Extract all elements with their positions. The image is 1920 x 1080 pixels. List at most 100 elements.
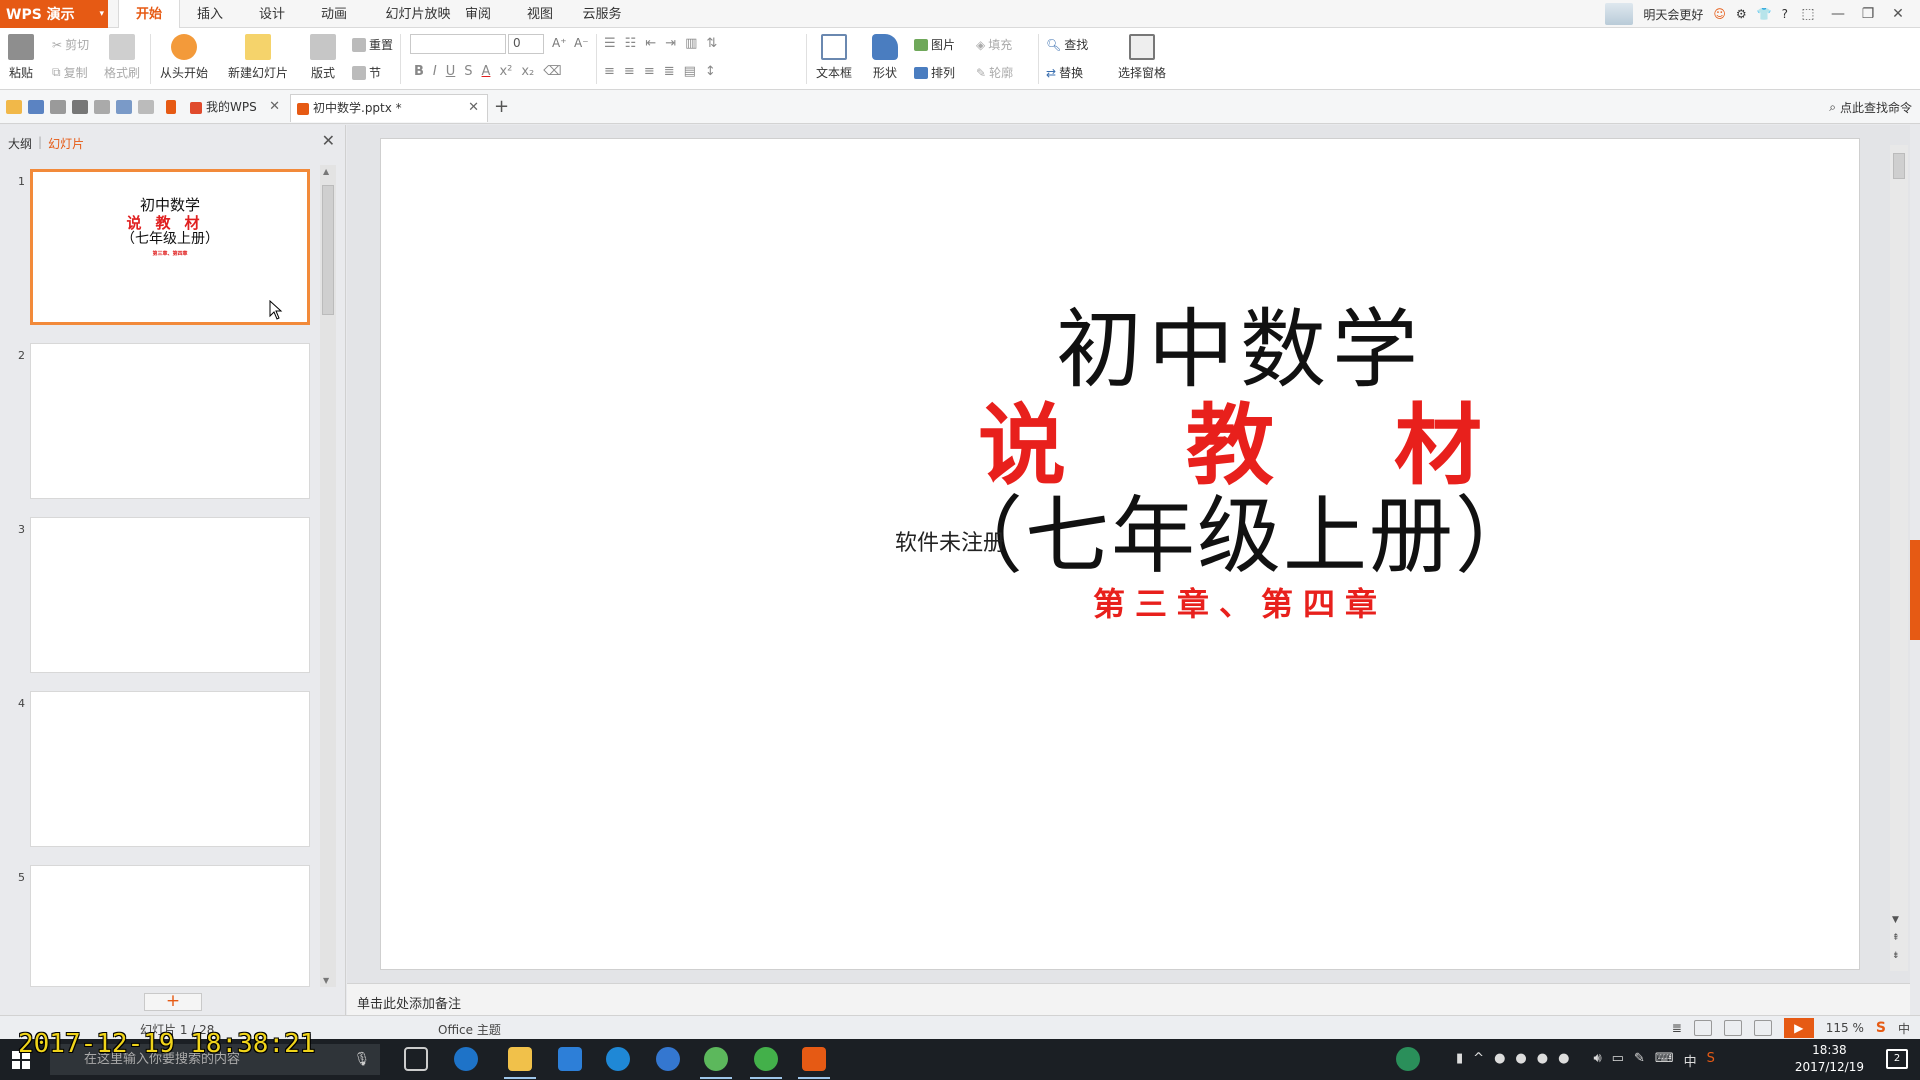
ime-indicator[interactable]: 中 [1684,1051,1697,1070]
microphone-icon[interactable]: 🎙︎ [353,1044,370,1075]
monitor-icon[interactable] [1396,1047,1420,1071]
textbox-button[interactable]: 文本框 [816,34,852,81]
italic-button[interactable]: I [433,64,437,79]
section-button[interactable]: 节 [352,64,381,81]
cut-button[interactable]: ✂ 剪切 [52,36,89,53]
tab-insert[interactable]: 插入 [190,0,230,28]
numbered-list-icon[interactable]: ☷ [625,36,637,51]
replace-button[interactable]: ⇄ 替换 [1046,64,1083,81]
notes-toggle-icon[interactable]: ≣ [1672,1021,1682,1035]
arrange-button[interactable]: 排列 [914,64,955,81]
edge-browser-icon[interactable] [454,1047,478,1071]
underline-button[interactable]: U [446,64,456,79]
battery-icon[interactable]: ▮ [1456,1051,1463,1070]
sogou-browser-icon[interactable] [656,1047,680,1071]
minimize-button[interactable]: — [1828,6,1848,22]
tray-app-icon[interactable]: ● [1537,1051,1548,1070]
shirt-icon[interactable]: 👕 [1757,7,1772,21]
user-greeting[interactable]: 明天会更好 [1643,6,1703,23]
close-icon[interactable]: ✕ [468,95,479,121]
format-painter-button[interactable]: 格式刷 [104,34,140,81]
copy-button[interactable]: ⧉ 复制 [52,64,88,81]
layout-button[interactable]: 版式 [310,34,336,81]
iqiyi-icon[interactable] [700,1047,732,1079]
slide-thumbnail-4[interactable] [30,691,310,847]
shape-button[interactable]: 形状 [872,34,898,81]
shrink-font-button[interactable]: A⁻ [574,36,589,50]
scroll-down-icon[interactable]: ▼ [1892,915,1899,925]
notes-pane[interactable]: 单击此处添加备注 [347,983,1910,1015]
volume-icon[interactable]: 🔊︎ [1593,1051,1601,1070]
doc-tab-mywps[interactable]: 我的WPS ✕ [184,94,288,122]
tab-outline[interactable]: 大纲 [8,135,32,152]
tab-slides[interactable]: 幻灯片 [48,135,84,152]
print-icon[interactable] [72,100,88,114]
slide-thumbnail-1[interactable]: 初中数学 说教材 （七年级上册） 第三章、第四章 [30,169,310,325]
slide-thumbnail-3[interactable] [30,517,310,673]
next-slide-icon[interactable]: ⇟ [1892,951,1900,961]
skin-icon[interactable]: ☺ [1713,7,1726,21]
store-icon[interactable] [558,1047,582,1071]
slide-chapters[interactable]: 第三章、第四章 [501,579,1920,625]
tab-design[interactable]: 设计 [252,0,292,28]
scroll-down-icon[interactable]: ▼ [323,976,329,985]
paste-button[interactable]: 粘贴 [8,34,34,81]
font-color-button[interactable]: A [482,64,491,79]
window-restore-icon[interactable]: ⬚ [1798,6,1818,22]
slide-thumbnail-2[interactable] [30,343,310,499]
zoom-level[interactable]: 115 % [1826,1021,1864,1035]
undo-icon[interactable] [116,100,132,114]
grow-font-button[interactable]: A⁺ [552,36,567,50]
close-button[interactable]: ✕ [1888,6,1908,22]
tab-cloud[interactable]: 云服务 [578,0,626,28]
subscript-icon[interactable]: x₂ [521,64,534,79]
network-icon[interactable]: ▭ [1612,1051,1624,1070]
notification-center-button[interactable]: 2 [1886,1049,1908,1069]
avatar[interactable] [1605,3,1634,25]
tray-app-icon[interactable]: ● [1494,1051,1505,1070]
tab-view[interactable]: 视图 [520,0,560,28]
help-button[interactable]: ? [1782,7,1788,21]
tray-app-icon[interactable]: ● [1515,1051,1526,1070]
selection-pane-button[interactable]: 选择窗格 [1118,34,1166,81]
clear-format-icon[interactable]: ⌫ [543,64,561,79]
text-direction-icon[interactable]: ⇅ [706,36,717,51]
align-center-icon[interactable]: ≡ [624,64,635,79]
sogou-ime-icon[interactable]: S [1876,1020,1886,1036]
slide-canvas[interactable]: 初中数学 说教材 （七年级上册） 第三章、第四章 软件未注册 [380,138,1860,970]
font-name-select[interactable] [410,34,506,54]
indent-decrease-icon[interactable]: ⇤ [645,36,656,51]
pen-icon[interactable]: ✎ [1634,1051,1645,1070]
wechat-icon[interactable] [750,1047,782,1079]
scroll-up-icon[interactable]: ▲ [323,167,329,176]
tray-app-icon[interactable]: ● [1558,1051,1569,1070]
preview-icon[interactable] [94,100,110,114]
output-icon[interactable] [50,100,66,114]
reset-button[interactable]: 重置 [352,36,393,53]
feedback-icon[interactable]: ⚙ [1736,7,1747,21]
reading-view-icon[interactable] [1753,1020,1772,1036]
add-slide-button[interactable]: + [144,993,202,1011]
slide-grade[interactable]: （七年级上册） [501,469,1920,590]
normal-view-icon[interactable] [1693,1020,1712,1036]
close-icon[interactable]: ✕ [322,131,335,150]
columns-icon[interactable]: ▥ [685,36,697,51]
kugou-icon[interactable] [606,1047,630,1071]
superscript-icon[interactable]: x² [499,64,512,79]
scrollbar-thumb[interactable] [1893,153,1905,179]
close-icon[interactable]: ✕ [269,94,280,120]
font-size-select[interactable]: 0 [508,34,544,54]
tab-home[interactable]: 开始 [118,0,180,29]
tab-animation[interactable]: 动画 [314,0,354,28]
picture-button[interactable]: 图片 [914,36,955,53]
redo-icon[interactable] [138,100,154,114]
chevron-up-icon[interactable]: ^ [1473,1051,1484,1070]
from-start-button[interactable]: 从头开始 [160,34,208,81]
customize-icon[interactable] [166,100,176,114]
slideshow-play-button[interactable]: ▶ [1783,1018,1814,1038]
prev-slide-icon[interactable]: ⇞ [1892,933,1900,943]
task-view-icon[interactable] [404,1047,428,1071]
thumbnail-scrollbar[interactable]: ▲ ▼ [320,165,336,987]
editor-scrollbar[interactable]: ▼ ⇞ ⇟ [1890,145,1908,971]
distribute-icon[interactable]: ▤ [684,64,696,79]
